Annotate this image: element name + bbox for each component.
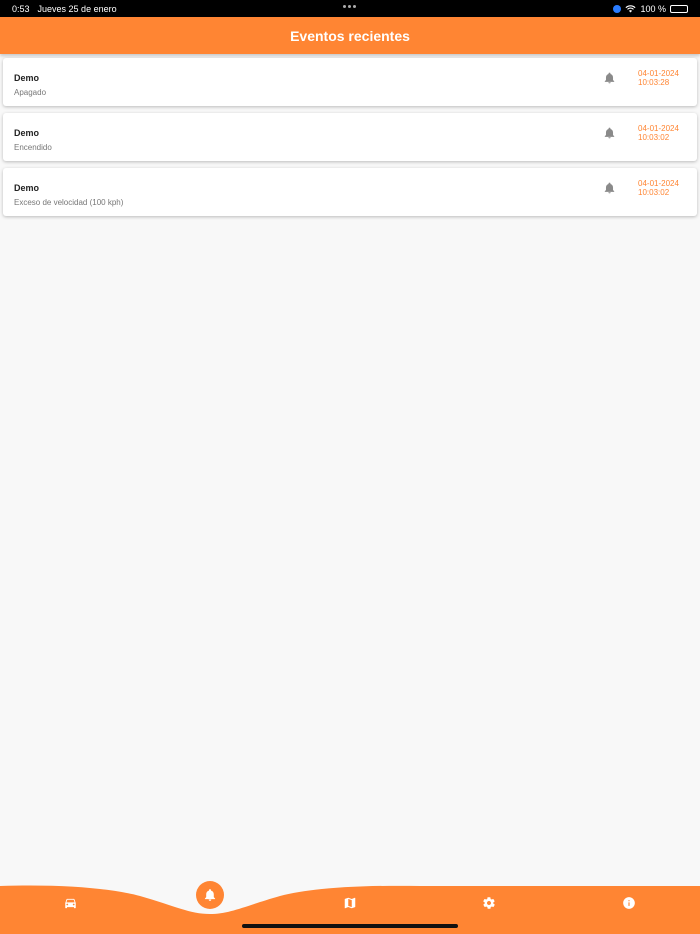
event-title: Demo	[14, 128, 40, 138]
status-right: 100 %	[613, 4, 688, 14]
status-date: Jueves 25 de enero	[37, 3, 117, 14]
event-date: 04-01-2024	[638, 124, 679, 133]
wifi-icon	[625, 4, 637, 13]
bell-icon	[604, 72, 615, 84]
event-card[interactable]: Demo Encendido 04-01-2024 10:03:02	[3, 113, 697, 161]
event-time: 10:03:28	[638, 78, 670, 87]
event-card[interactable]: Demo Exceso de velocidad (100 kph) 04-01…	[3, 168, 697, 216]
event-time: 10:03:02	[638, 188, 670, 197]
nav-info-button[interactable]	[621, 895, 637, 911]
bell-icon	[204, 889, 216, 901]
car-icon	[64, 898, 76, 909]
event-date: 04-01-2024	[638, 179, 679, 188]
nav-settings-button[interactable]	[481, 895, 497, 911]
nav-map-button[interactable]	[342, 895, 358, 911]
status-left: 0:53 Jueves 25 de enero	[12, 4, 117, 14]
bell-icon	[604, 182, 615, 194]
event-list: Demo Apagado 04-01-2024 10:03:28 Demo En…	[3, 58, 697, 223]
event-date: 04-01-2024	[638, 69, 679, 78]
status-time: 0:53	[12, 3, 30, 14]
event-title: Demo	[14, 183, 40, 193]
event-timestamp: 04-01-2024 10:03:02	[638, 179, 679, 197]
battery-percent: 100 %	[640, 3, 666, 14]
nav-events-button[interactable]	[196, 881, 224, 909]
map-icon	[344, 897, 356, 909]
battery-icon	[670, 4, 688, 13]
event-description: Apagado	[14, 88, 47, 97]
gear-icon	[483, 897, 495, 909]
multitasking-dots-icon[interactable]	[343, 5, 356, 8]
nav-vehicles-button[interactable]	[62, 895, 78, 911]
home-indicator[interactable]	[242, 924, 458, 928]
event-time: 10:03:02	[638, 133, 670, 142]
app-header: Eventos recientes	[0, 17, 700, 54]
event-timestamp: 04-01-2024 10:03:28	[638, 69, 679, 87]
bell-icon	[604, 127, 615, 139]
location-icon	[613, 4, 622, 13]
page-title: Eventos recientes	[290, 27, 410, 44]
event-title: Demo	[14, 73, 40, 83]
info-icon	[623, 897, 635, 909]
event-card[interactable]: Demo Apagado 04-01-2024 10:03:28	[3, 58, 697, 106]
event-description: Encendido	[14, 143, 52, 152]
status-bar: 0:53 Jueves 25 de enero 100 %	[0, 0, 700, 17]
event-description: Exceso de velocidad (100 kph)	[14, 198, 124, 207]
event-timestamp: 04-01-2024 10:03:02	[638, 124, 679, 142]
